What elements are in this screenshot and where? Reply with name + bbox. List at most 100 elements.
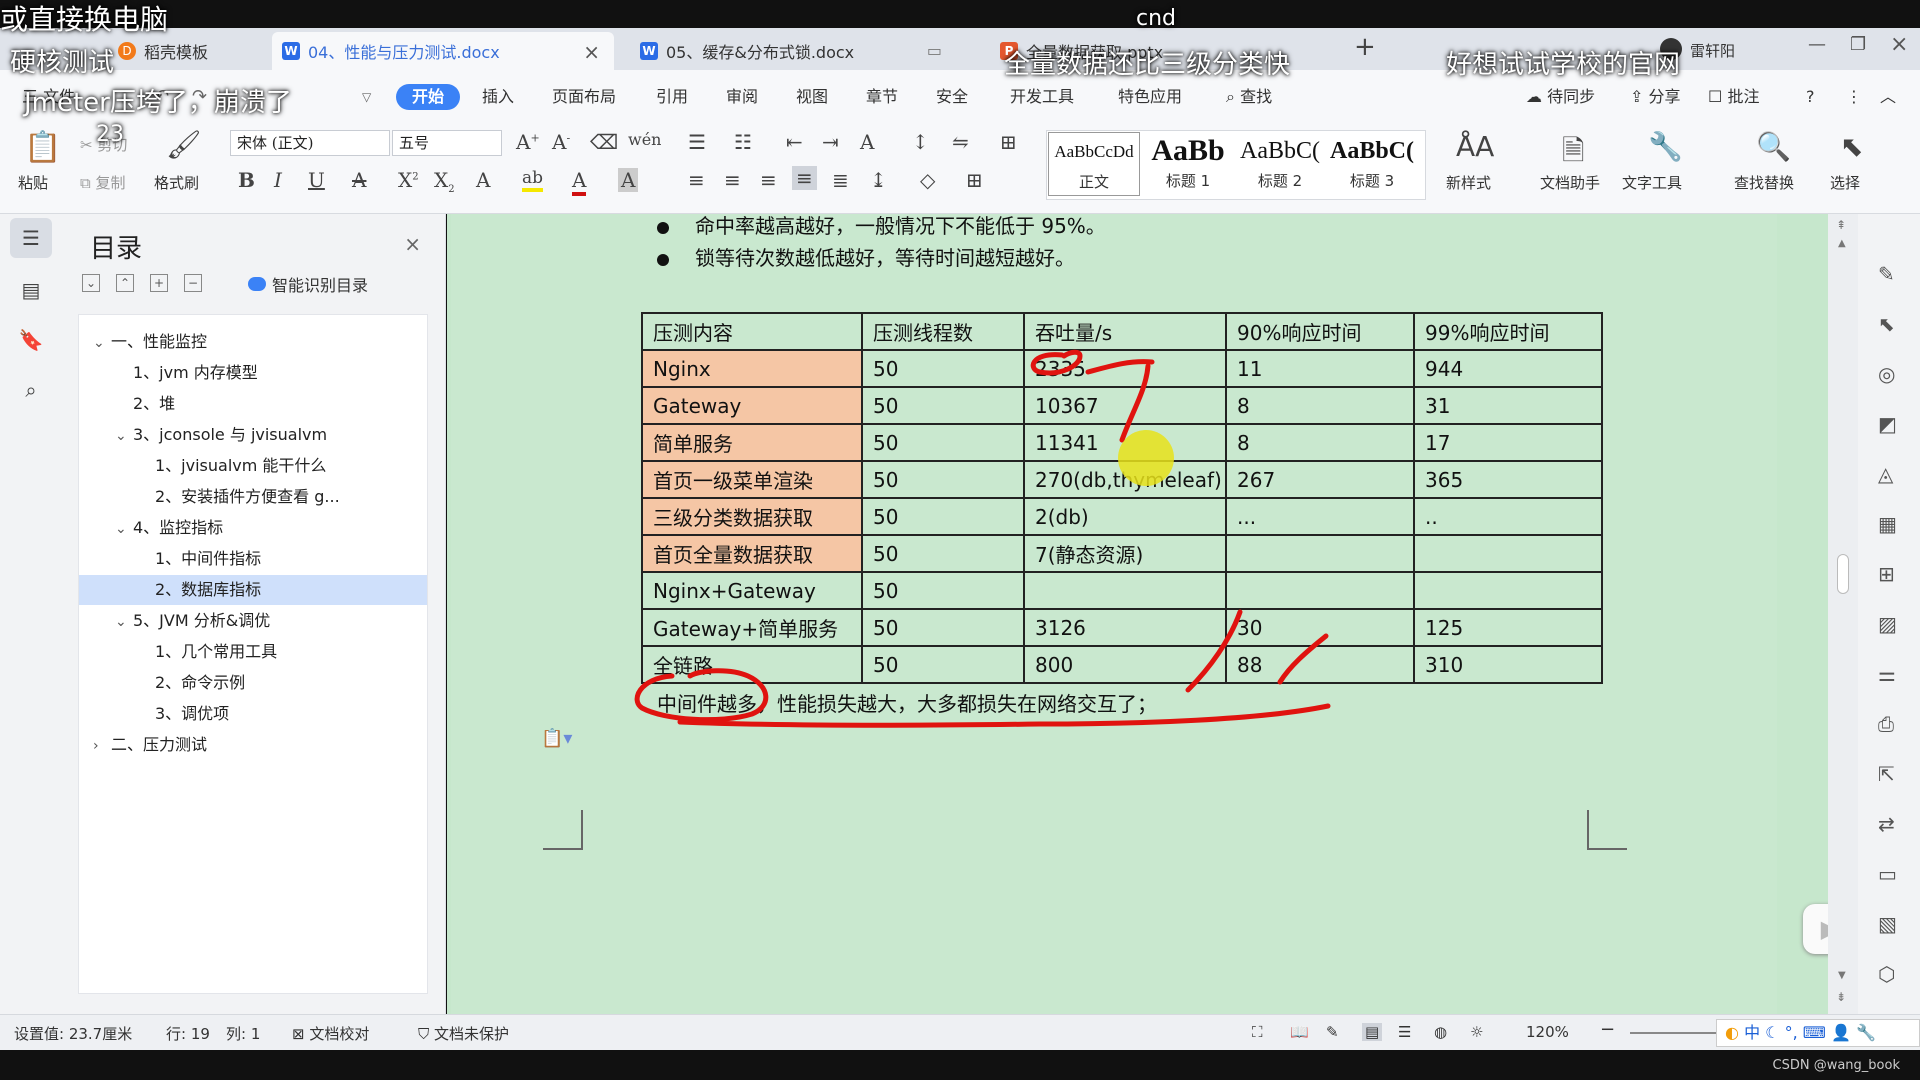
table-cell[interactable]: 50 [861,386,1025,425]
image-icon[interactable]: ▧ [1878,912,1897,936]
table-cell[interactable]: 7(静态资源) [1023,534,1227,573]
outline-item[interactable]: ⌄ 5、JVM 分析&调优 [79,606,427,636]
add-heading-icon[interactable]: + [150,274,168,292]
remove-heading-icon[interactable]: − [184,274,202,292]
chinese-layout-icon[interactable]: A [860,130,874,154]
bold-icon[interactable]: B [238,168,255,192]
menu-security[interactable]: 安全 [936,84,968,110]
select-cursor-icon[interactable]: ⬉ [1840,130,1863,163]
font-color-icon[interactable]: A [572,168,587,196]
export-icon[interactable]: ⇱ [1878,762,1895,786]
align-right-icon[interactable]: ≡ [760,168,777,192]
help-icon[interactable]: ? [1806,84,1815,110]
table-cell[interactable] [1225,571,1415,610]
sort-icon[interactable]: ↕ [912,130,929,154]
page-thumbnail-icon[interactable]: ▤ [10,270,52,310]
tab-cache-doc[interactable]: W 05、缓存&分布式锁.docx ▭ [630,32,970,70]
outline-item[interactable]: 2、堆 [79,389,427,419]
outline-item[interactable]: 1、jvm 内存模型 [79,358,427,388]
table-cell[interactable]: 11341 [1023,423,1227,462]
show-marks-icon[interactable]: ⇋ [952,130,969,154]
table-cell[interactable]: .. [1413,497,1603,536]
outline-item[interactable]: ⌄ 3、jconsole 与 jvisualvm [79,420,427,450]
phonetic-icon[interactable]: wén [628,130,661,149]
clear-format-icon[interactable]: ⌫ [590,130,618,154]
table-cell[interactable]: 50 [861,645,1025,684]
find-panel-icon[interactable]: ⌕ [10,370,52,410]
table-cell[interactable]: Gateway [641,386,863,425]
shield-icon[interactable]: ⬡ [1878,962,1895,986]
table-cell[interactable]: 17 [1413,423,1603,462]
text-tools-button[interactable]: 文字工具 [1622,172,1682,193]
new-style-icon[interactable]: ÅA [1456,130,1494,163]
shading-icon[interactable]: ◇ [920,168,935,192]
menu-chapter[interactable]: 章节 [866,84,898,110]
minimize-icon[interactable]: — [1808,34,1826,55]
settings-sliders-icon[interactable]: ⚌ [1878,662,1896,686]
proofread-button[interactable]: ⊠ 文档校对 [292,1023,369,1044]
font-size-select[interactable]: 五号 [392,130,502,156]
table-icon[interactable]: ▦ [1878,512,1897,536]
chevron-down-icon[interactable]: ⌄ [93,328,111,357]
menu-view[interactable]: 视图 [796,84,828,110]
table-cell[interactable]: 88 [1225,645,1415,684]
doc-helper-icon[interactable]: 🗎 [1562,130,1585,178]
share-button[interactable]: ⇪ 分享 [1630,84,1681,110]
underline-icon[interactable]: U [308,168,325,192]
shapes-icon[interactable]: ◩ [1878,412,1897,436]
table-cell[interactable]: 50 [861,497,1025,536]
table-cell[interactable]: 50 [861,534,1025,573]
document-page[interactable]: 命中率越高越好，一般情况下不能低于 95%。 锁等待次数越低越好，等待时间越短越… [451,214,1777,1014]
format-painter-button[interactable]: 格式刷 [154,172,199,193]
doc-helper-button[interactable]: 文档助手 [1540,172,1600,193]
bullet-list-icon[interactable]: ☰ [688,130,706,154]
tab-performance-doc[interactable]: W 04、性能与压力测试.docx × [272,32,614,70]
grow-font-icon[interactable]: A+ [516,130,540,154]
table-cell[interactable]: 800 [1023,645,1227,684]
scroll-down-icon[interactable]: ▼ [1838,970,1846,981]
scroll-up-icon[interactable]: ▲ [1838,238,1846,249]
strikethrough-icon[interactable]: A [352,168,366,192]
table-cell[interactable] [1225,534,1415,573]
menu-layout[interactable]: 页面布局 [552,84,616,110]
paste-icon[interactable]: 📋 [24,130,61,165]
chart-icon[interactable]: ▨ [1878,612,1897,636]
wrench-icon[interactable]: 🔧 [1648,130,1683,163]
outline-item[interactable]: 2、数据库指标 [79,575,427,605]
menu-references[interactable]: 引用 [656,84,688,110]
smart-outline-button[interactable]: 智能识别目录 [248,272,368,296]
table-cell[interactable]: 50 [861,571,1025,610]
menu-features[interactable]: 特色应用 [1118,84,1182,110]
collapse-ribbon-icon[interactable]: ︿ [1880,84,1896,110]
sync-button[interactable]: ☁ 待同步 [1526,84,1595,110]
menu-insert[interactable]: 插入 [482,84,514,110]
select-button[interactable]: 选择 [1830,172,1860,193]
table-cell[interactable]: Gateway+简单服务 [641,608,863,647]
table-insert-icon[interactable]: ⊞ [1000,130,1017,154]
write-mode-icon[interactable]: ✎ [1326,1023,1339,1041]
subscript-icon[interactable]: X2 [434,168,455,195]
zoom-level[interactable]: 120% [1526,1023,1569,1041]
restore-icon[interactable]: ❐ [1850,34,1866,55]
outline-item[interactable]: ⌄ 4、监控指标 [79,513,427,543]
chevron-down-icon[interactable]: ▽ [362,84,371,110]
highlight-icon[interactable]: ab [522,168,544,192]
bookmark-icon[interactable]: 🔖 [10,320,52,360]
scrollbar-thumb[interactable] [1837,554,1849,594]
grid-icon[interactable]: ⊞ [1878,562,1895,586]
table-cell[interactable]: 31 [1413,386,1603,425]
close-window-icon[interactable]: × [1890,32,1908,57]
table-cell[interactable]: ... [1225,497,1415,536]
distribute-icon[interactable]: ≣ [832,168,849,192]
table-cell[interactable]: Nginx [641,349,863,388]
table-cell[interactable]: 50 [861,349,1025,388]
table-cell[interactable]: 365 [1413,460,1603,499]
table-cell[interactable]: 全链路 [641,645,863,684]
web-view-icon[interactable]: ◍ [1434,1023,1447,1041]
style-heading-3[interactable]: AaBbC( 标题 3 [1326,132,1418,196]
chevron-down-icon[interactable]: ⌄ [115,514,133,543]
outline-item[interactable]: 2、安装插件方便查看 g... [79,482,427,512]
expand-up-icon[interactable]: ⌃ [116,274,134,292]
style-heading-2[interactable]: AaBbC( 标题 2 [1234,132,1326,196]
table-cell[interactable]: 3126 [1023,608,1227,647]
